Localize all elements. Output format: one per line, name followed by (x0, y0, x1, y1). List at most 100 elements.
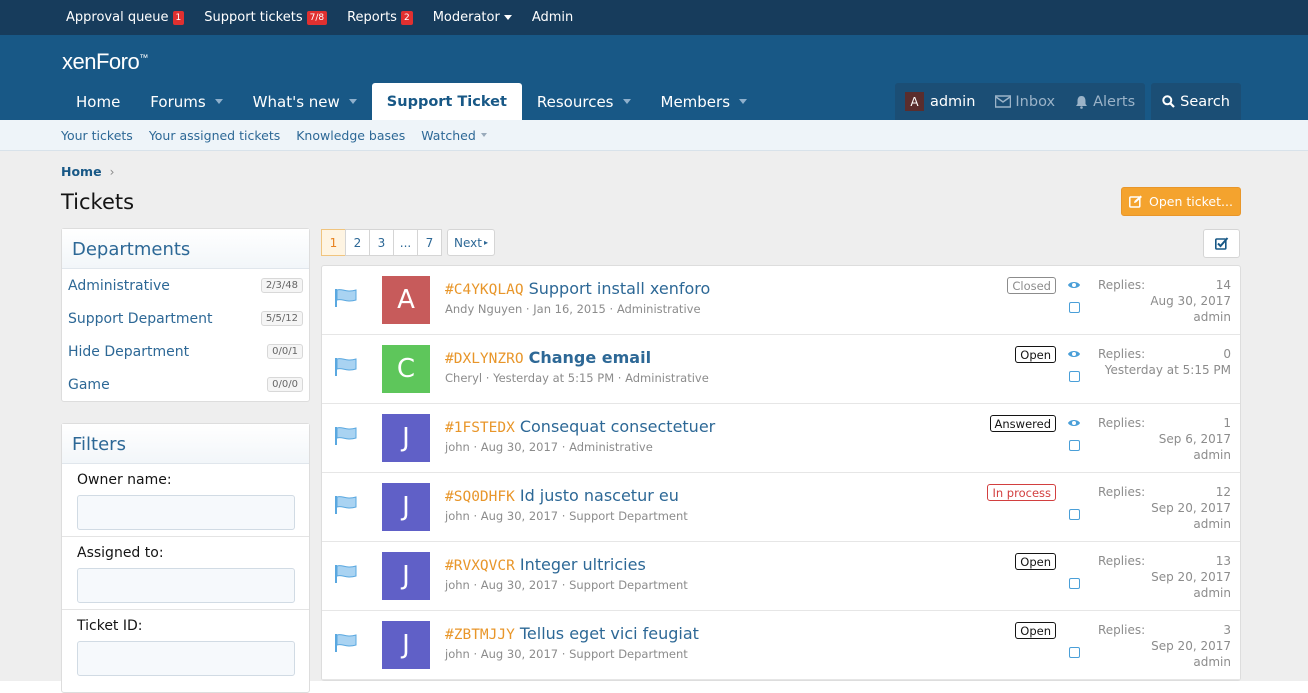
select-toggle-button[interactable] (1203, 229, 1240, 258)
logo-trademark: ™ (139, 52, 148, 63)
ticket-subject[interactable]: Tellus eget vici feugiat (520, 624, 699, 643)
subnav-your-tickets[interactable]: Your tickets (61, 128, 133, 143)
inbox-link[interactable]: Inbox (995, 94, 1055, 110)
ticket-title[interactable]: #SQ0DHFK Id justo nascetur eu (445, 486, 679, 505)
subnav-knowledge-bases[interactable]: Knowledge bases (296, 128, 405, 143)
department-item[interactable]: Game 0/0/0 (62, 368, 309, 401)
last-reply-user[interactable]: admin (1193, 310, 1231, 324)
owner-name-input[interactable] (77, 495, 295, 530)
nav-members[interactable]: Members (646, 83, 763, 120)
department-item[interactable]: Hide Department 0/0/1 (62, 335, 309, 368)
last-reply-user[interactable]: admin (1193, 655, 1231, 669)
page-link-2[interactable]: 2 (345, 229, 370, 256)
nav-resources[interactable]: Resources (522, 83, 646, 120)
dropdown-arrow-icon[interactable] (622, 99, 631, 104)
select-checkbox[interactable] (1069, 578, 1080, 589)
last-reply-user[interactable]: admin (1193, 586, 1231, 600)
ticket-title[interactable]: #DXLYNZRO Change email (445, 348, 651, 367)
ticket-id[interactable]: #ZBTMJJY (445, 627, 515, 643)
ticket-subject[interactable]: Change email (529, 348, 651, 367)
ticket-author[interactable]: john (445, 509, 470, 523)
last-reply-date: Sep 20, 2017 (1151, 639, 1231, 653)
department-item[interactable]: Support Department 5/5/12 (62, 302, 309, 335)
ticket-title[interactable]: #1FSTEDX Consequat consectetuer (445, 417, 715, 436)
select-checkbox[interactable] (1069, 647, 1080, 658)
account-menu[interactable]: Aadmin (904, 92, 975, 111)
ticket-department[interactable]: Support Department (569, 578, 688, 592)
ticket-row: J #1FSTEDX Consequat consectetuer john · … (322, 404, 1240, 473)
page-link-1[interactable]: 1 (321, 229, 346, 256)
ticket-avatar[interactable]: J (382, 414, 430, 462)
ticket-id[interactable]: #RVXQVCR (445, 558, 515, 574)
dropdown-arrow-icon[interactable] (348, 99, 357, 104)
subnav-watched[interactable]: Watched (421, 128, 487, 143)
last-reply-user[interactable]: admin (1193, 517, 1231, 531)
status-badge: Open (1015, 346, 1056, 363)
ticket-subject[interactable]: Consequat consectetuer (520, 417, 715, 436)
select-checkbox[interactable] (1069, 440, 1080, 451)
page-link-7[interactable]: 7 (417, 229, 442, 256)
ticket-department[interactable]: Administrative (617, 302, 701, 316)
nav-forums[interactable]: Forums (135, 83, 237, 120)
staff-admin[interactable]: Admin (532, 10, 573, 25)
ticket-avatar[interactable]: J (382, 483, 430, 531)
ticket-title[interactable]: #C4YKQLAQ Support install xenforo (445, 279, 710, 298)
staff-approval-queue[interactable]: Approval queue 1 (66, 10, 185, 25)
watch-eye-icon (1068, 282, 1080, 288)
assigned-to-input[interactable] (77, 568, 295, 603)
department-name: Administrative (68, 277, 170, 294)
staff-support-tickets[interactable]: Support tickets 7/8 (204, 10, 328, 25)
ticket-avatar[interactable]: C (382, 345, 430, 393)
ticket-id[interactable]: #SQ0DHFK (445, 489, 515, 505)
ticket-avatar[interactable]: J (382, 621, 430, 669)
nav-support-ticket[interactable]: Support Ticket (371, 83, 522, 120)
ticket-id-input[interactable] (77, 641, 295, 676)
ticket-id[interactable]: #DXLYNZRO (445, 351, 524, 367)
ticket-department[interactable]: Support Department (569, 509, 688, 523)
ticket-author[interactable]: Cheryl (445, 371, 482, 385)
nav-home[interactable]: Home (61, 83, 135, 120)
select-checkbox[interactable] (1069, 302, 1080, 313)
open-ticket-button[interactable]: Open ticket... (1121, 187, 1241, 216)
staff-reports[interactable]: Reports 2 (347, 10, 413, 25)
staff-moderator[interactable]: Moderator (433, 10, 512, 25)
flag-icon (335, 289, 357, 307)
ticket-department[interactable]: Administrative (625, 371, 709, 385)
ticket-author[interactable]: john (445, 440, 470, 454)
ticket-author[interactable]: Andy Nguyen (445, 302, 522, 316)
dropdown-arrow-icon[interactable] (214, 99, 223, 104)
ticket-avatar[interactable]: J (382, 552, 430, 600)
nav-whats-new[interactable]: What's new (238, 83, 372, 120)
replies-label: Replies: (1098, 554, 1146, 568)
subnav-assigned-tickets[interactable]: Your assigned tickets (149, 128, 280, 143)
ticket-department[interactable]: Support Department (569, 647, 688, 661)
select-checkbox[interactable] (1069, 371, 1080, 382)
ticket-department[interactable]: Administrative (569, 440, 653, 454)
page-skip[interactable]: ... (393, 229, 418, 256)
dropdown-arrow-icon[interactable] (739, 99, 748, 104)
ticket-title[interactable]: #ZBTMJJY Tellus eget vici feugiat (445, 624, 699, 643)
department-count: 5/5/12 (260, 311, 303, 326)
last-reply-user[interactable]: admin (1193, 448, 1231, 462)
next-page-button[interactable]: Next ▸ (447, 229, 495, 256)
ticket-subject[interactable]: Id justo nascetur eu (520, 486, 679, 505)
flag-icon (335, 496, 357, 514)
ticket-subject[interactable]: Support install xenforo (529, 279, 711, 298)
ticket-meta: Andy Nguyen · Jan 16, 2015 · Administrat… (445, 302, 701, 316)
select-checkbox[interactable] (1069, 509, 1080, 520)
assigned-label: Assigned to: (77, 545, 164, 561)
count-badge: 2 (400, 10, 413, 25)
ticket-author[interactable]: john (445, 578, 470, 592)
ticket-avatar[interactable]: A (382, 276, 430, 324)
ticket-title[interactable]: #RVXQVCR Integer ultricies (445, 555, 646, 574)
ticket-subject[interactable]: Integer ultricies (520, 555, 646, 574)
site-logo[interactable]: xenForo™ (62, 49, 148, 75)
ticket-id[interactable]: #C4YKQLAQ (445, 282, 524, 298)
ticket-author[interactable]: john (445, 647, 470, 661)
ticket-id[interactable]: #1FSTEDX (445, 420, 515, 436)
breadcrumb-home[interactable]: Home (61, 164, 102, 179)
department-item[interactable]: Administrative 2/3/48 (62, 269, 309, 302)
alerts-link[interactable]: Alerts (1075, 94, 1135, 110)
search-button[interactable]: Search (1151, 83, 1241, 120)
page-link-3[interactable]: 3 (369, 229, 394, 256)
